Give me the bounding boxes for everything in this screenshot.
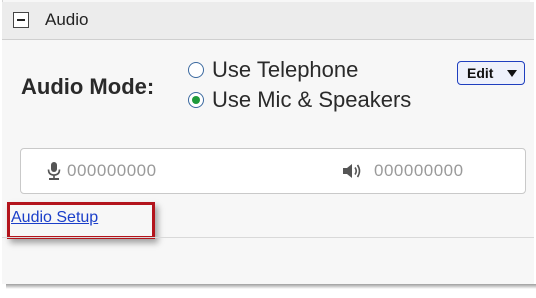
- radio-unchecked-icon[interactable]: [188, 62, 204, 78]
- radio-checked-icon[interactable]: [188, 92, 204, 108]
- speaker-icon: [343, 164, 361, 178]
- microphone-icon: [47, 162, 61, 180]
- audio-panel-page: Audio Audio Mode: Use Telephone Use Mic …: [0, 0, 536, 298]
- device-info-box: 000000000 000000000: [20, 148, 526, 194]
- panel-bottom-shadow: [6, 284, 536, 289]
- minus-icon[interactable]: [13, 12, 29, 28]
- edit-button-label: Edit: [467, 65, 494, 81]
- panel-header: Audio: [2, 2, 534, 40]
- audio-mode-label: Audio Mode:: [21, 74, 155, 99]
- audio-panel: Audio Audio Mode: Use Telephone Use Mic …: [0, 0, 536, 298]
- radio-use-telephone-label: Use Telephone: [212, 57, 359, 82]
- panel-body: Audio Mode: Use Telephone Use Mic & Spea…: [2, 40, 534, 284]
- edit-button[interactable]: Edit: [457, 61, 525, 85]
- panel-title: Audio: [45, 10, 89, 29]
- microphone-value: 000000000: [67, 161, 157, 180]
- radio-use-mic-speakers-label: Use Mic & Speakers: [212, 87, 412, 112]
- speaker-value: 000000000: [374, 161, 464, 180]
- audio-setup-link[interactable]: Audio Setup: [11, 209, 98, 227]
- section-divider: [2, 237, 534, 238]
- caret-down-icon: [507, 70, 517, 77]
